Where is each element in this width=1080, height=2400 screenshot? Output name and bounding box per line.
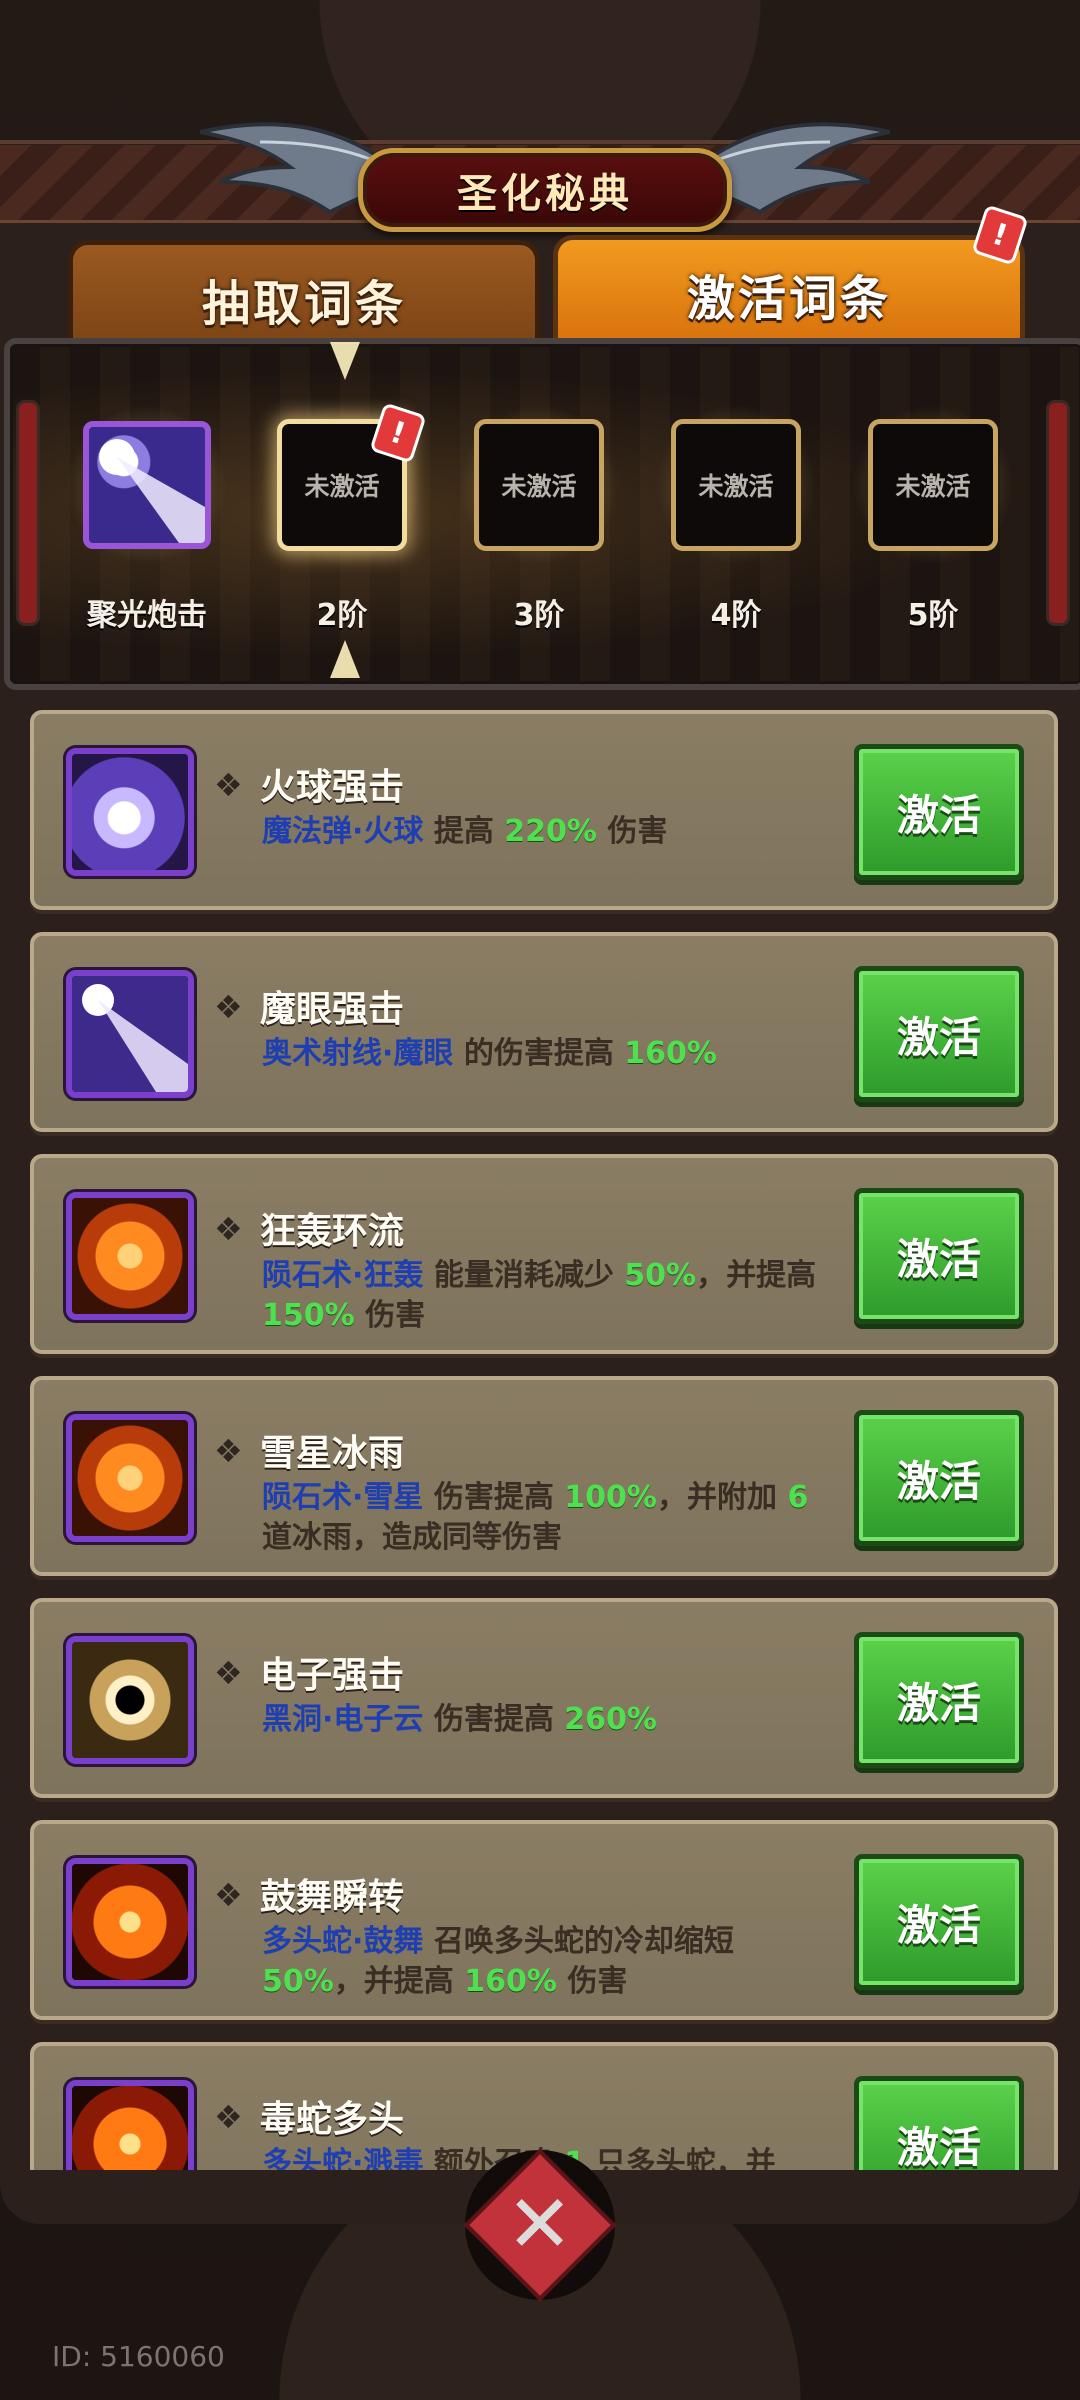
list-item: ❖ 鼓舞瞬转 多头蛇·鼓舞 召唤多头蛇的冷却缩短 50%，并提高 160% 伤害… — [30, 1820, 1058, 2020]
frame-ornament-left — [16, 400, 40, 626]
tab-label: 抽取词条 — [201, 276, 406, 332]
desc-number: 260% — [564, 1702, 657, 1737]
entry-name: 火球强击 — [260, 767, 405, 808]
list-item: ❖ 火球强击 魔法弹·火球 提高 220% 伤害 激活 — [30, 710, 1058, 910]
desc-text: 伤害提高 — [423, 1480, 565, 1515]
tier-label: 3阶 — [513, 598, 565, 633]
desc-text: 伤害 — [596, 814, 668, 849]
entry-name: 魔眼强击 — [260, 989, 405, 1030]
tier-label: 2阶 — [316, 598, 368, 633]
list-item: ❖ 雪星冰雨 陨石术·雪星 伤害提高 100%，并附加 6 道冰雨，造成同等伤害… — [30, 1376, 1058, 1576]
player-id: ID: 5160060 — [52, 2340, 225, 2373]
desc-text: 伤害 — [354, 1298, 426, 1333]
frame-ornament-right — [1046, 400, 1070, 626]
desc-number: 160% — [624, 1036, 717, 1071]
skill-name: 魔法弹·火球 — [262, 814, 424, 849]
skill-name: 多头蛇·鼓舞 — [262, 1924, 424, 1959]
diamond-bullet-icon: ❖ — [214, 766, 243, 804]
entry-name: 狂轰环流 — [260, 1211, 405, 1252]
selection-glow-bottom-icon — [330, 640, 360, 678]
list-item: ❖ 狂轰环流 陨石术·狂轰 能量消耗减少 50%，并提高 150% 伤害 激活 — [30, 1154, 1058, 1354]
tier-label: 5阶 — [907, 598, 959, 633]
desc-number: 6 — [787, 1480, 809, 1515]
diamond-bullet-icon: ❖ — [214, 988, 243, 1026]
tier-label: 聚光炮击 — [87, 598, 207, 633]
entry-name: 鼓舞瞬转 — [260, 1877, 405, 1918]
desc-number: 160% — [464, 1964, 557, 1999]
entry-description: 黑洞·电子云 伤害提高 260% — [262, 1700, 842, 1740]
entry-description: 陨石术·狂轰 能量消耗减少 50%，并提高 150% 伤害 — [262, 1256, 842, 1336]
skill-name: 黑洞·电子云 — [262, 1702, 424, 1737]
magic-eye-beam-icon — [66, 970, 194, 1098]
entry-name: 毒蛇多头 — [260, 2099, 405, 2140]
entry-name: 雪星冰雨 — [260, 1433, 405, 1474]
diamond-bullet-icon: ❖ — [214, 1432, 243, 1470]
desc-number: 220% — [504, 814, 597, 849]
desc-text: 只多头蛇，并 — [585, 2146, 776, 2170]
close-button[interactable]: ✕ — [463, 2148, 617, 2302]
desc-text: 道冰雨，造成同等伤害 — [262, 1520, 562, 1555]
desc-text: ，并附加 — [656, 1480, 788, 1515]
desc-number: 50% — [624, 1258, 697, 1293]
desc-text: 提高 — [423, 814, 505, 849]
desc-number: 100% — [564, 1480, 657, 1515]
activate-button[interactable]: 激活 — [854, 2076, 1024, 2170]
list-item: ❖ 魔眼强击 奥术射线·魔眼 的伤害提高 160% 激活 — [30, 932, 1058, 1132]
tier-box: 未激活 — [671, 419, 801, 551]
diamond-bullet-icon: ❖ — [214, 1654, 243, 1692]
desc-text: 召唤多头蛇的冷却缩短 — [423, 1924, 734, 1959]
entry-description: 奥术射线·魔眼 的伤害提高 160% — [262, 1034, 842, 1074]
tier-slot-3[interactable]: 未激活 — [452, 398, 626, 572]
title-plate: 圣化秘典 — [358, 148, 732, 232]
tier-label: 4阶 — [710, 598, 762, 633]
desc-text: 能量消耗减少 — [423, 1258, 625, 1293]
tab-activate-entries[interactable]: 激活词条 — [553, 235, 1025, 353]
black-hole-icon — [66, 1636, 194, 1764]
hydra-icon — [66, 1858, 194, 1986]
desc-text: 的伤害提高 — [453, 1036, 625, 1071]
meteor-icon — [66, 1414, 194, 1542]
selection-glow-top-icon — [330, 342, 360, 380]
desc-text: ，并提高 — [333, 1964, 465, 1999]
entry-description: 魔法弹·火球 提高 220% 伤害 — [262, 812, 842, 852]
diamond-bullet-icon: ❖ — [214, 1210, 243, 1248]
desc-text: 伤害提高 — [423, 1702, 565, 1737]
desc-text: ，并提高 — [696, 1258, 817, 1293]
tier-box: 未激活 — [868, 419, 998, 551]
desc-text: 伤害 — [556, 1964, 628, 1999]
tier-slot-5[interactable]: 未激活 — [846, 398, 1020, 572]
skill-name: 陨石术·狂轰 — [262, 1258, 424, 1293]
desc-number: 150% — [262, 1298, 355, 1333]
meteor-icon — [66, 1192, 194, 1320]
desc-number: 50% — [262, 1964, 334, 1999]
hydra-icon — [66, 2080, 194, 2170]
tier-slot-4[interactable]: 未激活 — [649, 398, 823, 572]
skill-name: 多头蛇·溅毒 — [262, 2146, 424, 2170]
entry-description: 多头蛇·鼓舞 召唤多头蛇的冷却缩短 50%，并提高 160% 伤害 — [262, 1922, 842, 2002]
activate-button[interactable]: 激活 — [854, 1188, 1024, 1324]
diamond-bullet-icon: ❖ — [214, 1876, 243, 1914]
entry-list[interactable]: ❖ 火球强击 魔法弹·火球 提高 220% 伤害 激活 ❖ 魔眼强击 奥术射线·… — [0, 700, 1080, 2170]
tab-label: 激活词条 — [686, 271, 891, 327]
skill-name: 奥术射线·魔眼 — [262, 1036, 454, 1071]
tier-box: 未激活 — [474, 419, 604, 551]
fireball-icon — [66, 748, 194, 876]
diamond-bullet-icon: ❖ — [214, 2098, 243, 2136]
entry-name: 电子强击 — [260, 1655, 405, 1696]
skill-name: 陨石术·雪星 — [262, 1480, 424, 1515]
activate-button[interactable]: 激活 — [854, 966, 1024, 1102]
activate-button[interactable]: 激活 — [854, 1632, 1024, 1768]
activate-button[interactable]: 激活 — [854, 1854, 1024, 1990]
list-item: ❖ 电子强击 黑洞·电子云 伤害提高 260% 激活 — [30, 1598, 1058, 1798]
entry-description: 陨石术·雪星 伤害提高 100%，并附加 6 道冰雨，造成同等伤害 — [262, 1478, 842, 1558]
tier-slot-1[interactable] — [60, 398, 234, 572]
activate-button[interactable]: 激活 — [854, 744, 1024, 880]
spotlight-cannon-icon — [83, 421, 211, 549]
activate-button[interactable]: 激活 — [854, 1410, 1024, 1546]
page-title: 圣化秘典 — [457, 171, 633, 217]
